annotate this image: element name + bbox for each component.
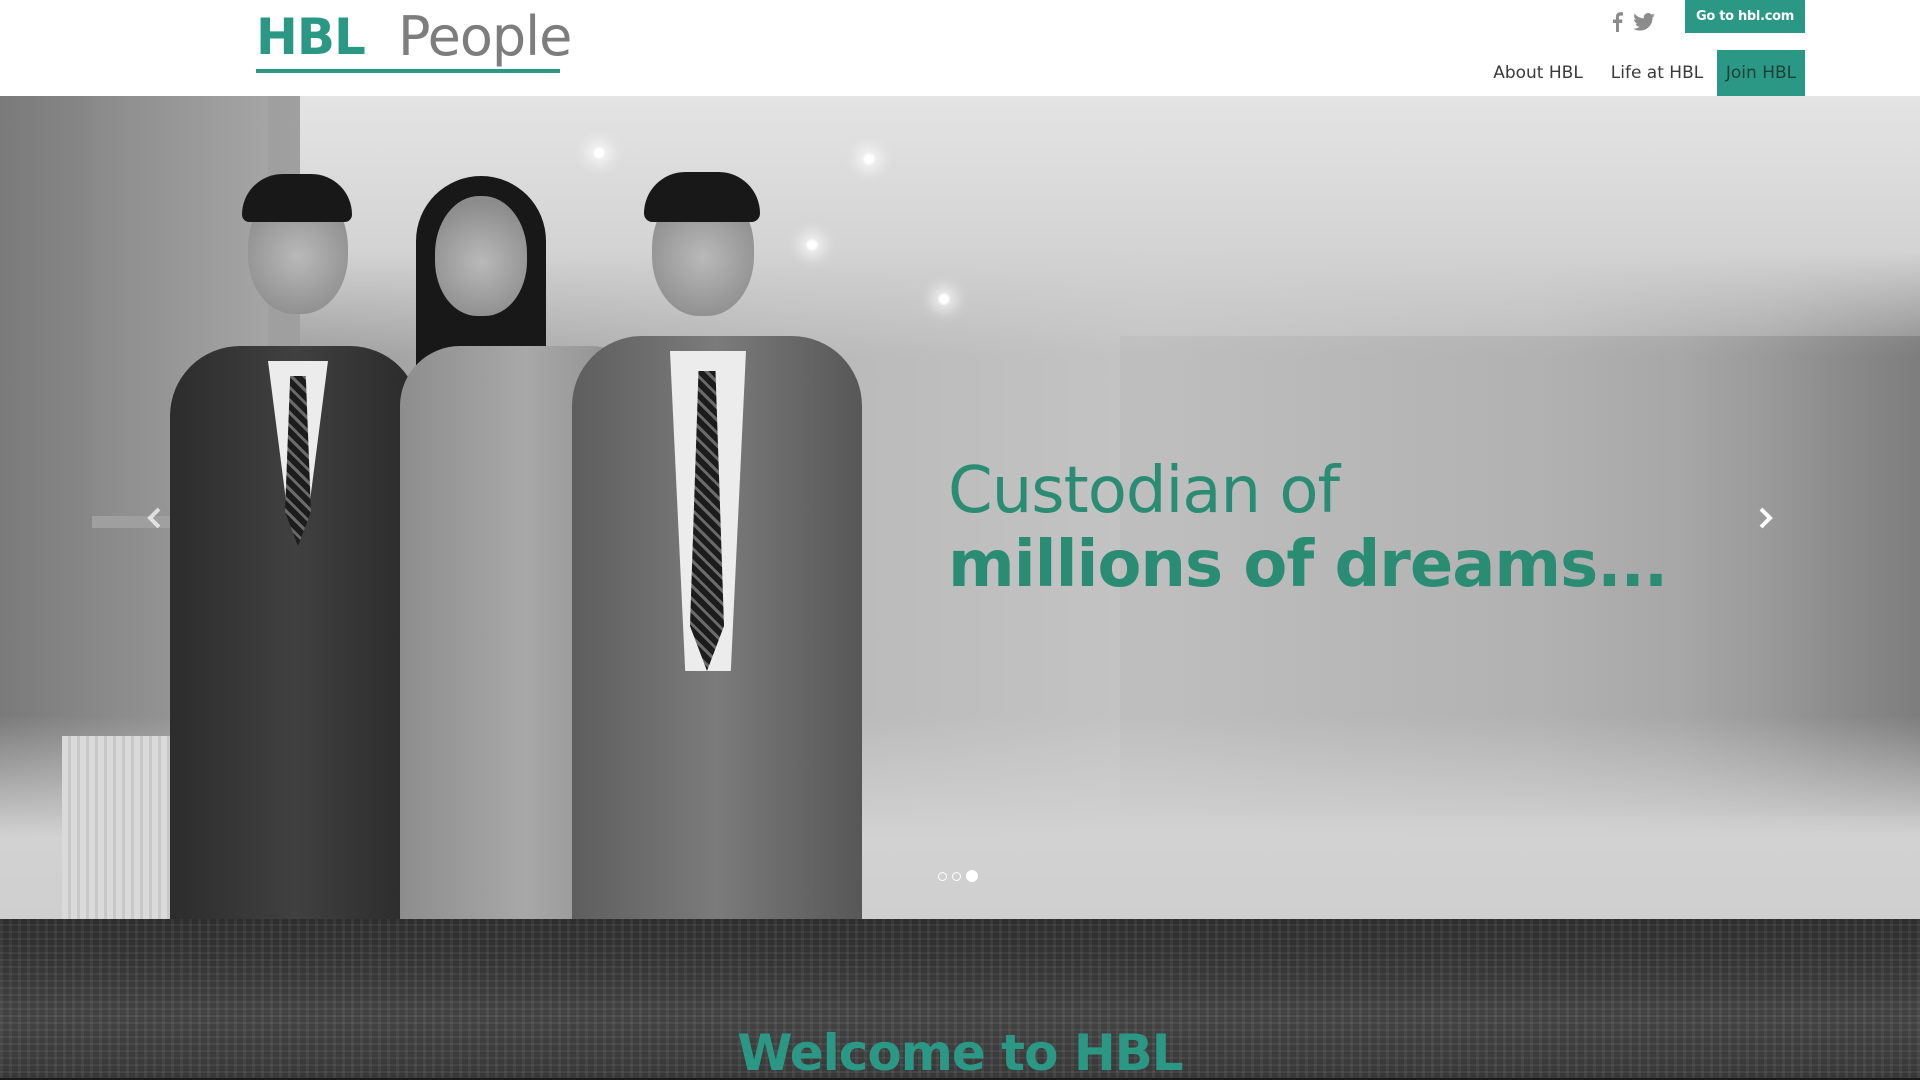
logo-underline bbox=[256, 69, 560, 73]
carousel-indicators bbox=[938, 870, 978, 882]
nav-life-at-hbl[interactable]: Life at HBL bbox=[1604, 50, 1710, 96]
hero-person-right bbox=[572, 146, 862, 919]
hbl-people-logo[interactable]: HBL People bbox=[256, 6, 572, 74]
logo-suffix: People bbox=[398, 5, 572, 68]
twitter-icon[interactable] bbox=[1633, 11, 1655, 33]
ceiling-light bbox=[862, 152, 876, 166]
go-to-hbl-button[interactable]: Go to hbl.com bbox=[1685, 0, 1805, 33]
welcome-section: Welcome to HBL bbox=[0, 919, 1920, 1080]
carousel-dot-3[interactable] bbox=[966, 870, 978, 882]
facebook-icon[interactable] bbox=[1611, 11, 1623, 33]
carousel-dot-1[interactable] bbox=[938, 871, 947, 881]
ceiling-light bbox=[937, 292, 951, 306]
welcome-title: Welcome to HBL bbox=[737, 1024, 1183, 1080]
nav-join-hbl[interactable]: Join HBL bbox=[1717, 50, 1805, 96]
logo-brand: HBL bbox=[256, 8, 366, 66]
carousel-dot-2[interactable] bbox=[952, 871, 961, 881]
site-header: HBL People Go to hbl.com About HBL Life … bbox=[0, 0, 1920, 96]
carousel-next-button[interactable] bbox=[1752, 504, 1780, 532]
chevron-right-icon bbox=[1759, 507, 1773, 529]
carousel-prev-button[interactable] bbox=[140, 504, 168, 532]
hero-headline: Custodian of millions of dreams... bbox=[948, 454, 1668, 602]
chevron-left-icon bbox=[147, 507, 161, 529]
nav-about-hbl[interactable]: About HBL bbox=[1482, 50, 1594, 96]
hero-headline-line2: millions of dreams... bbox=[948, 528, 1668, 602]
hero-headline-line1: Custodian of bbox=[948, 454, 1340, 528]
hero-carousel: Custodian of millions of dreams... bbox=[0, 96, 1920, 919]
